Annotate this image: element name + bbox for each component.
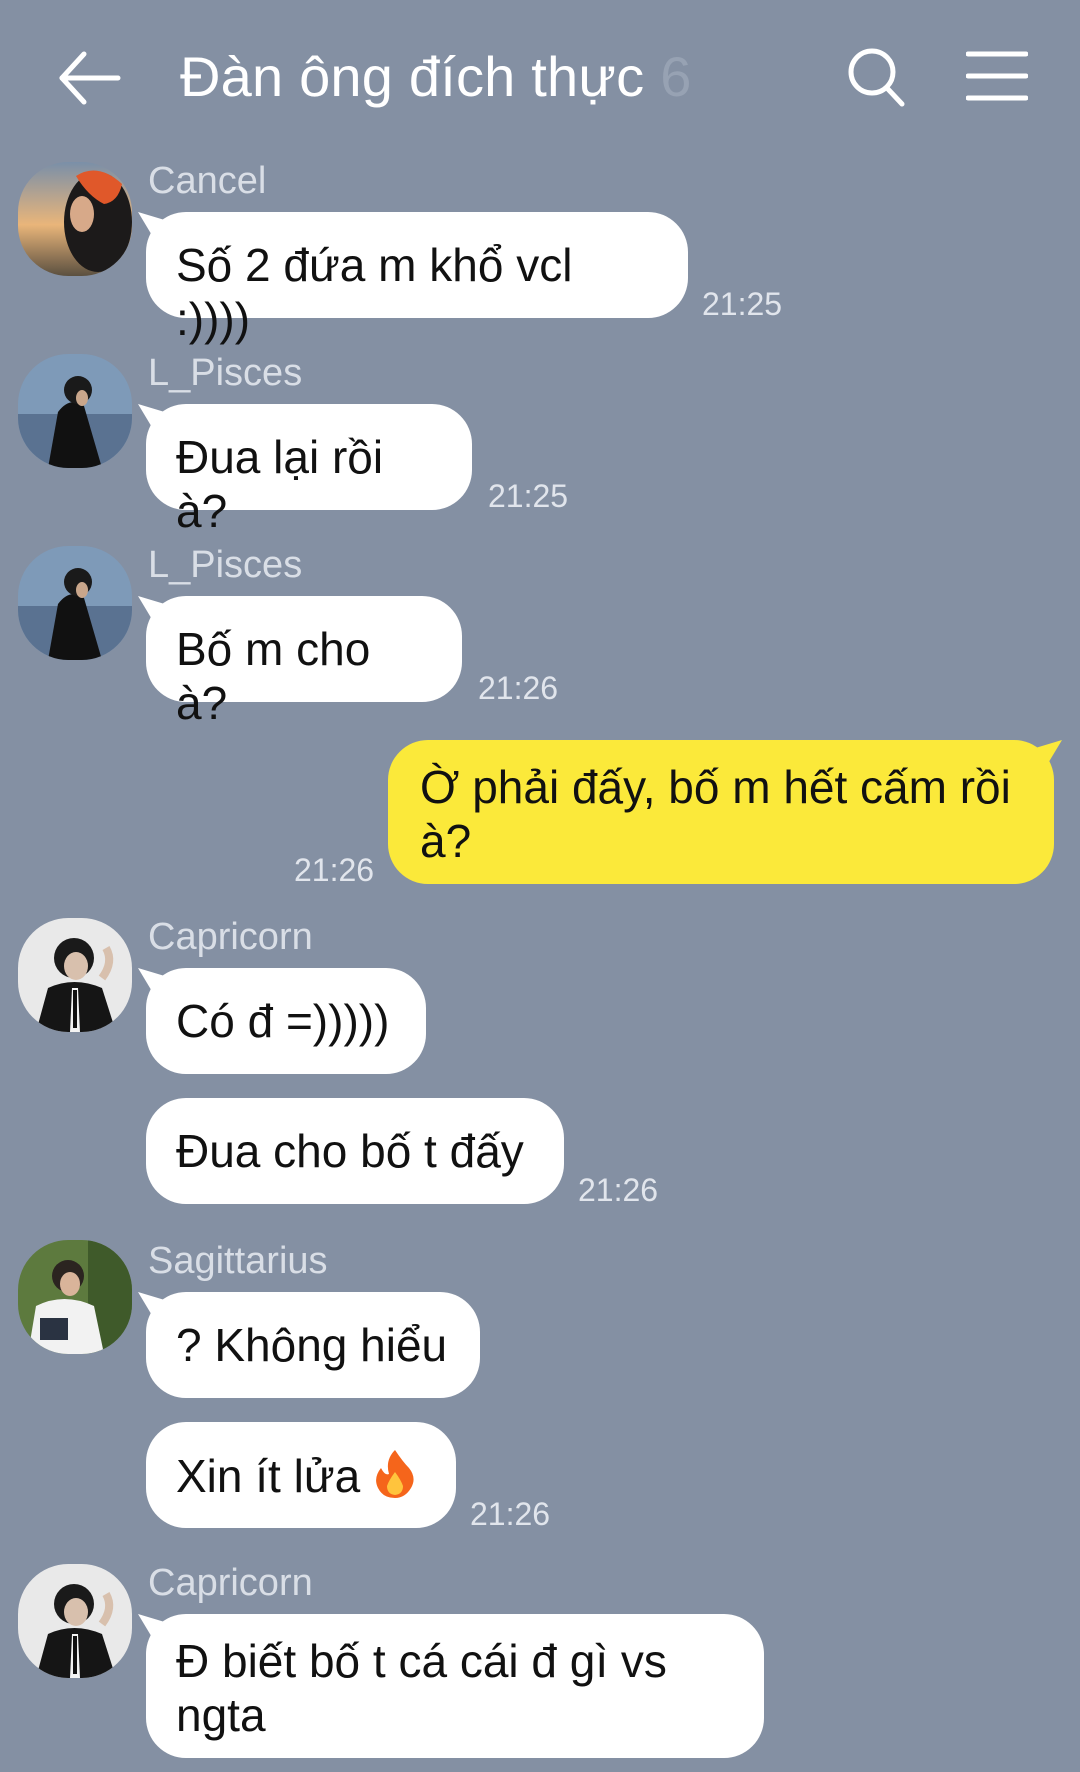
sender-name: Cancel bbox=[148, 160, 267, 202]
sender-name: Capricorn bbox=[148, 1562, 313, 1604]
search-icon[interactable] bbox=[846, 46, 906, 110]
sender-name: L_Pisces bbox=[148, 352, 303, 394]
message-bubble[interactable]: Bố m cho à? bbox=[146, 596, 462, 729]
avatar-l-pisces[interactable] bbox=[18, 546, 132, 660]
message-text: Số 2 đứa m khổ vcl :)))) bbox=[176, 239, 573, 345]
message-text: Đ biết bố t cá cái đ gì vs ngta bbox=[176, 1635, 667, 1741]
avatar-capricorn[interactable] bbox=[18, 1564, 132, 1678]
message-text: Đua lại rồi à? bbox=[176, 431, 384, 537]
message-bubble[interactable]: Đua lại rồi à? bbox=[146, 404, 472, 537]
message-time: 21:25 bbox=[702, 286, 783, 322]
avatar-l-pisces[interactable] bbox=[18, 354, 132, 468]
message-time: 21:26 bbox=[470, 1496, 551, 1532]
hamburger-menu-icon[interactable] bbox=[965, 50, 1029, 102]
message-text: Xin ít lửa bbox=[176, 1450, 361, 1502]
chat-header: Đàn ông đích thực 6 bbox=[0, 0, 1080, 150]
avatar-capricorn[interactable] bbox=[18, 918, 132, 1032]
message-bubble[interactable]: Có đ =))))) bbox=[146, 968, 426, 1074]
message-time: 21:26 bbox=[578, 1172, 659, 1208]
back-arrow-icon[interactable] bbox=[58, 48, 122, 108]
message-time: 21:26 bbox=[294, 852, 375, 888]
avatar-cancel[interactable] bbox=[18, 162, 132, 276]
message-bubble[interactable]: Đ biết bố t cá cái đ gì vs ngta bbox=[146, 1614, 764, 1758]
sender-name: L_Pisces bbox=[148, 544, 303, 586]
message-bubble[interactable]: Số 2 đứa m khổ vcl :)))) bbox=[146, 212, 688, 345]
message-text: Ờ phải đấy, bố m hết cấm rồi à? bbox=[420, 761, 1011, 867]
message-text: Bố m cho à? bbox=[176, 623, 371, 729]
message-time: 21:26 bbox=[478, 670, 559, 706]
message-bubble-outgoing[interactable]: Ờ phải đấy, bố m hết cấm rồi à? bbox=[388, 740, 1054, 884]
message-time: 21:25 bbox=[488, 478, 569, 514]
avatar-sagittarius[interactable] bbox=[18, 1240, 132, 1354]
message-text: ? Không hiểu bbox=[176, 1319, 448, 1371]
group-name: Đàn ông đích thực bbox=[180, 45, 645, 108]
message-bubble[interactable]: Đua cho bố t đấy bbox=[146, 1098, 564, 1204]
message-text: Đua cho bố t đấy bbox=[176, 1125, 524, 1177]
message-text: Có đ =))))) bbox=[176, 995, 390, 1047]
sender-name: Capricorn bbox=[148, 916, 313, 958]
message-bubble[interactable]: Xin ít lửa bbox=[146, 1422, 456, 1528]
chat-title: Đàn ông đích thực 6 bbox=[180, 44, 692, 109]
member-count: 6 bbox=[660, 45, 692, 108]
message-bubble[interactable]: ? Không hiểu bbox=[146, 1292, 480, 1398]
sender-name: Sagittarius bbox=[148, 1240, 328, 1282]
fire-emoji-icon bbox=[373, 1448, 417, 1509]
